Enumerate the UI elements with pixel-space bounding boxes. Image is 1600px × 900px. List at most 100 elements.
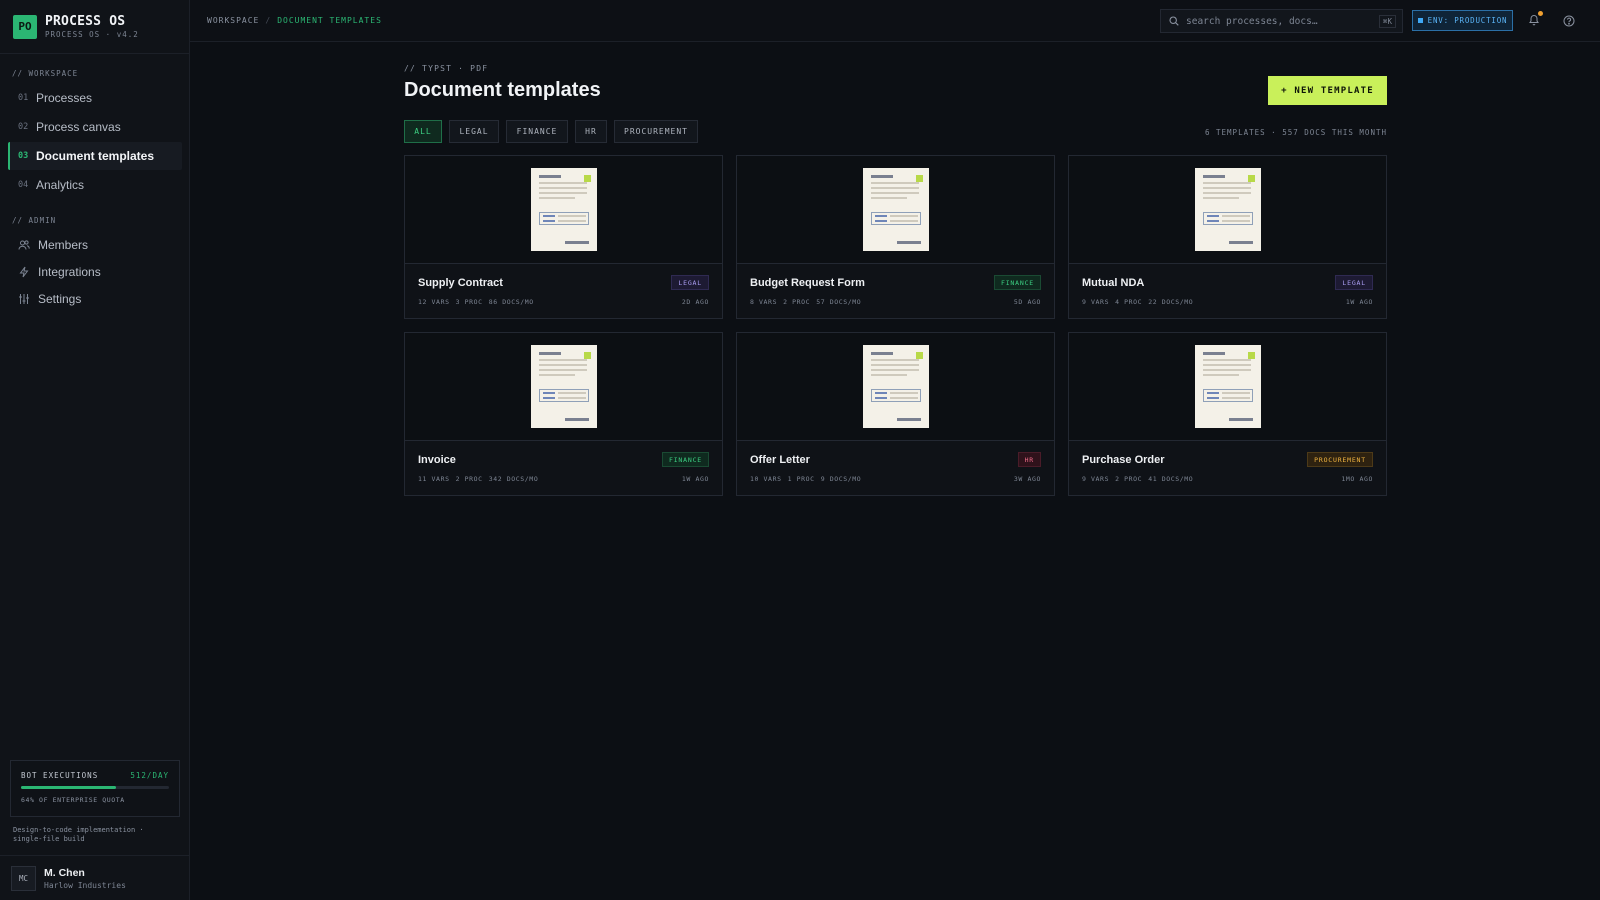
thumbnail-line (1203, 197, 1239, 199)
thumbnail-signature-line (565, 418, 589, 421)
docs-per-month: 86 DOCS/MO (488, 298, 534, 306)
thumbnail-accent (916, 352, 923, 359)
template-name: Supply Contract (418, 277, 503, 289)
thumbnail-line (871, 187, 919, 189)
user-profile[interactable]: MC M. Chen Harlow Industries (0, 855, 190, 900)
thumbnail-line (1203, 352, 1225, 355)
template-card-budget-request-form[interactable]: Budget Request Form FINANCE 8 VARS 2 PROC… (736, 155, 1055, 319)
template-tag: LEGAL (1335, 275, 1373, 290)
template-card-purchase-order[interactable]: Purchase Order PROCUREMENT 9 VARS 2 PROC 4… (1068, 332, 1387, 496)
template-meta: 12 VARS 3 PROC 86 DOCS/MO (418, 298, 540, 306)
template-preview (405, 156, 722, 264)
environment-badge[interactable]: ENV: PRODUCTION (1412, 10, 1513, 31)
nav-number: 02 (18, 122, 29, 132)
thumbnail-line (539, 182, 587, 184)
thumbnail-cell (558, 215, 586, 217)
thumbnail-cell (890, 220, 918, 222)
thumbnail-line (871, 364, 919, 366)
thumbnail-cell (875, 215, 887, 217)
quota-progress-bar (21, 786, 169, 789)
thumbnail-cell (1207, 392, 1219, 394)
thumbnail-table (539, 389, 589, 402)
bell-icon[interactable] (1528, 11, 1543, 31)
template-meta: 11 VARS 2 PROC 342 DOCS/MO (418, 475, 544, 483)
avatar: MC (11, 865, 36, 891)
template-name: Mutual NDA (1082, 277, 1145, 289)
sidebar-item-label: Process canvas (36, 120, 121, 134)
sidebar-item-process-canvas[interactable]: 02 Process canvas (8, 113, 182, 141)
bolt-icon (18, 266, 30, 278)
template-preview (737, 156, 1054, 264)
proc-count: 1 PROC (787, 475, 815, 483)
template-card-invoice[interactable]: Invoice FINANCE 11 VARS 2 PROC 342 DOCS/MO… (404, 332, 723, 496)
thumbnail-cell (875, 392, 887, 394)
breadcrumb-current: DOCUMENT TEMPLATES (277, 16, 382, 25)
sidebar-item-label: Processes (36, 91, 93, 105)
filter-legal[interactable]: LEGAL (449, 120, 499, 143)
vars-count: 12 VARS (418, 298, 450, 306)
thumbnail-line (1203, 359, 1251, 361)
env-label: ENV: PRODUCTION (1427, 16, 1508, 25)
thumbnail-table (871, 389, 921, 402)
filter-procurement[interactable]: PROCUREMENT (614, 120, 698, 143)
page-kicker: // TYPST · PDF (404, 64, 489, 73)
filter-hr[interactable]: HR (575, 120, 607, 143)
template-meta: 10 VARS 1 PROC 9 DOCS/MO (750, 475, 867, 483)
template-age: 1W AGO (681, 475, 709, 483)
template-card-offer-letter[interactable]: Offer Letter HR 10 VARS 1 PROC 9 DOCS/MO 3… (736, 332, 1055, 496)
thumbnail-cell (558, 392, 586, 394)
thumbnail-cell (1207, 220, 1219, 222)
template-card-supply-contract[interactable]: Supply Contract LEGAL 12 VARS 3 PROC 86 DO… (404, 155, 723, 319)
docs-per-month: 41 DOCS/MO (1148, 475, 1194, 483)
thumbnail-line (539, 359, 587, 361)
search-input[interactable]: search processes, docs… ⌘K (1160, 9, 1403, 33)
proc-count: 3 PROC (455, 298, 483, 306)
template-name: Budget Request Form (750, 277, 865, 289)
thumbnail-table (871, 212, 921, 225)
thumbnail-signature-line (565, 241, 589, 244)
topbar: WORKSPACE / DOCUMENT TEMPLATES search proc… (190, 0, 1600, 42)
thumbnail-line (1203, 182, 1251, 184)
vars-count: 11 VARS (418, 475, 450, 483)
sidebar-item-processes[interactable]: 01 Processes (8, 84, 182, 112)
document-thumbnail (863, 168, 929, 251)
brand-name: PROCESS OS (45, 14, 126, 29)
thumbnail-line (1203, 369, 1251, 371)
template-preview (1069, 156, 1386, 264)
sidebar-item-document-templates[interactable]: 03 Document templates (8, 142, 182, 170)
thumbnail-cell (1222, 215, 1250, 217)
quota-progress-fill (21, 786, 116, 789)
template-age: 3W AGO (1013, 475, 1041, 483)
nav-number: 03 (18, 151, 29, 161)
proc-count: 2 PROC (455, 475, 483, 483)
thumbnail-cell (1207, 397, 1219, 399)
thumbnail-line (871, 374, 907, 376)
sidebar-item-integrations[interactable]: Integrations (8, 258, 182, 286)
template-age: 2D AGO (681, 298, 709, 306)
sidebar-item-analytics[interactable]: 04 Analytics (8, 171, 182, 199)
thumbnail-accent (1248, 175, 1255, 182)
thumbnail-line (1203, 374, 1239, 376)
sidebar-item-settings[interactable]: Settings (8, 285, 182, 313)
thumbnail-line (871, 197, 907, 199)
thumbnail-cell (890, 215, 918, 217)
brand[interactable]: PO PROCESS OS PROCESS OS · v4.2 (0, 0, 189, 54)
new-template-button[interactable]: + NEW TEMPLATE (1268, 76, 1387, 105)
document-thumbnail (531, 345, 597, 428)
user-org: Harlow Industries (44, 880, 126, 890)
breadcrumb-workspace[interactable]: WORKSPACE (207, 16, 259, 25)
filter-finance[interactable]: FINANCE (506, 120, 568, 143)
template-card-mutual-nda[interactable]: Mutual NDA LEGAL 9 VARS 4 PROC 22 DOCS/MO … (1068, 155, 1387, 319)
sidebar-item-members[interactable]: Members (8, 231, 182, 259)
thumbnail-line (871, 359, 919, 361)
template-meta: 9 VARS 4 PROC 22 DOCS/MO (1082, 298, 1199, 306)
filter-all[interactable]: ALL (404, 120, 442, 143)
thumbnail-signature-line (1229, 241, 1253, 244)
help-icon[interactable] (1563, 14, 1575, 32)
template-preview (405, 333, 722, 441)
sidebar: PO PROCESS OS PROCESS OS · v4.2 // WORKS… (0, 0, 190, 900)
docs-per-month: 22 DOCS/MO (1148, 298, 1194, 306)
thumbnail-line (1203, 192, 1251, 194)
thumbnail-signature-line (1229, 418, 1253, 421)
docs-per-month: 57 DOCS/MO (816, 298, 862, 306)
